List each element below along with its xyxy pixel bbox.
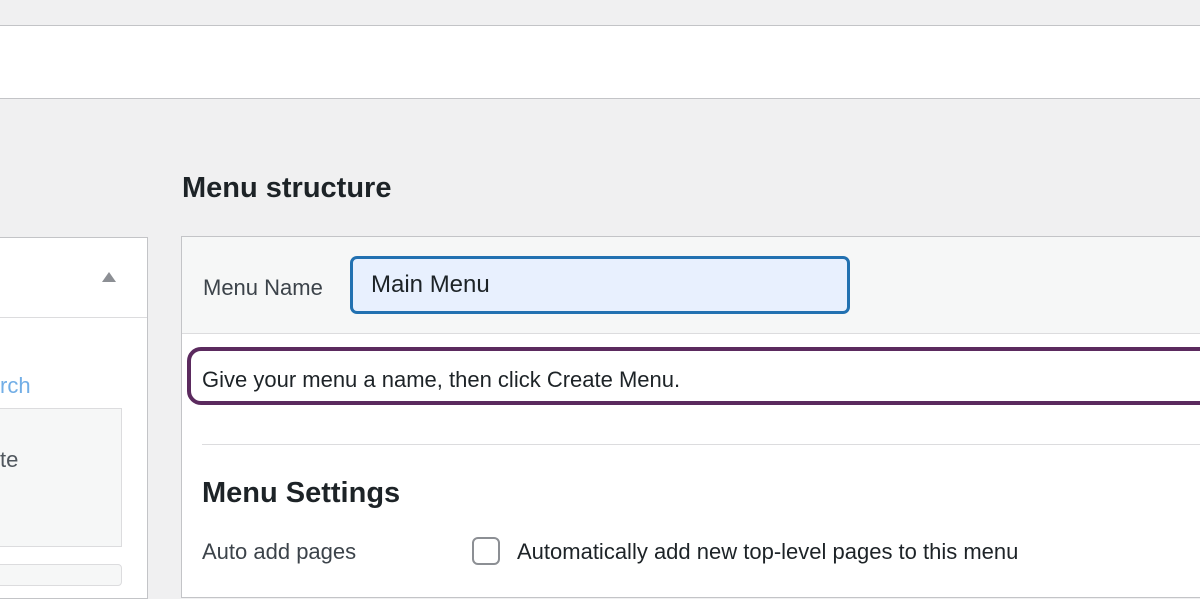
top-strip [0,0,1200,26]
auto-add-pages-checkbox-label[interactable]: Automatically add new top-level pages to… [517,539,1018,565]
menu-name-input[interactable] [351,257,849,313]
instruction-text: Give your menu a name, then click Create… [202,367,681,392]
menu-management-box: Menu Name Give your menu a name, then cl… [181,236,1200,598]
panel-next-accordion[interactable] [0,564,122,586]
panel-tab-content [0,408,122,547]
menu-structure-title: Menu structure [182,172,392,204]
menu-header: Menu Name [182,237,1200,334]
auto-add-pages-checkbox[interactable] [472,537,500,565]
panel-tab-text: te [0,447,19,472]
menu-settings-title: Menu Settings [202,477,401,509]
menu-name-label: Menu Name [203,275,323,300]
auto-add-pages-label: Auto add pages [202,539,357,564]
instruction-callout: Give your menu a name, then click Create… [187,347,1200,405]
search-link[interactable]: rch [0,373,31,399]
panel-header[interactable] [0,238,147,318]
triangle-up-icon[interactable] [102,272,116,282]
divider [202,444,1200,445]
page-header-bar [0,26,1200,99]
